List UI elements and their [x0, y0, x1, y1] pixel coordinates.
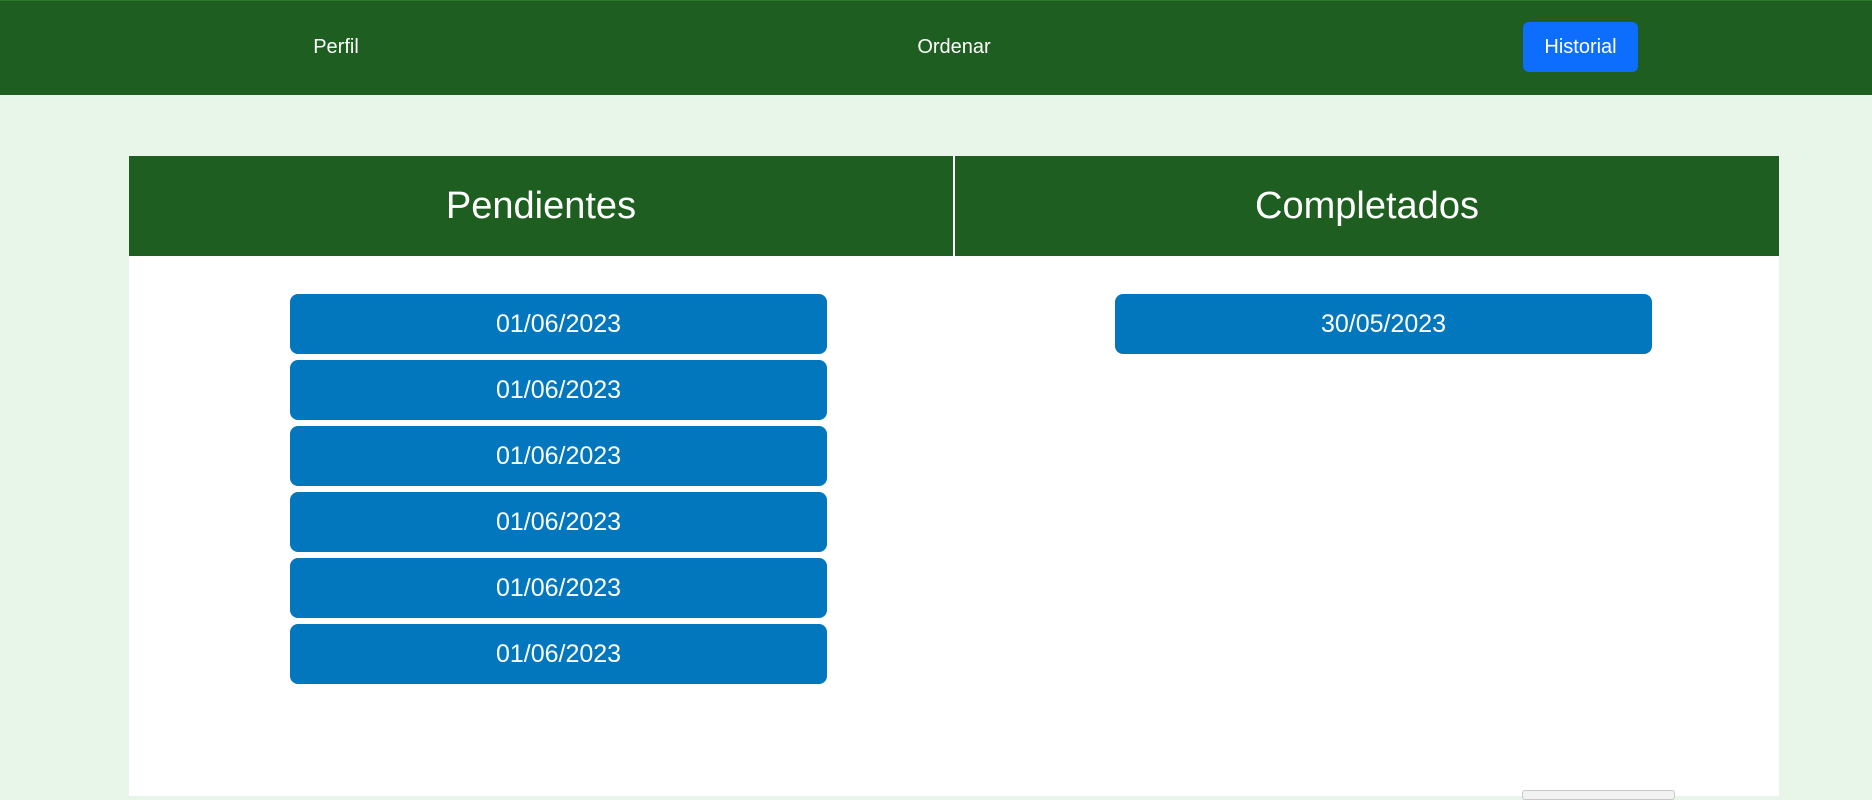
top-navigation: Perfil Ordenar Historial: [0, 0, 1872, 95]
bottom-corner-widget[interactable]: [1522, 790, 1675, 800]
pending-order-button[interactable]: 01/06/2023: [290, 426, 827, 486]
pendientes-list: 01/06/2023 01/06/2023 01/06/2023 01/06/2…: [290, 294, 827, 690]
pending-order-button[interactable]: 01/06/2023: [290, 294, 827, 354]
nav-link-perfil[interactable]: Perfil: [286, 22, 386, 72]
column-header-completados: Completados: [955, 156, 1779, 256]
completados-list: 30/05/2023: [1115, 294, 1652, 360]
pending-order-button[interactable]: 01/06/2023: [290, 492, 827, 552]
pending-order-button[interactable]: 01/06/2023: [290, 624, 827, 684]
pending-order-button[interactable]: 01/06/2023: [290, 558, 827, 618]
nav-link-historial-active[interactable]: Historial: [1523, 22, 1638, 72]
nav-link-ordenar[interactable]: Ordenar: [897, 22, 1011, 72]
column-header-pendientes: Pendientes: [129, 156, 953, 256]
history-panel: Pendientes Completados 01/06/2023 01/06/…: [129, 156, 1779, 796]
completed-order-button[interactable]: 30/05/2023: [1115, 294, 1652, 354]
pending-order-button[interactable]: 01/06/2023: [290, 360, 827, 420]
